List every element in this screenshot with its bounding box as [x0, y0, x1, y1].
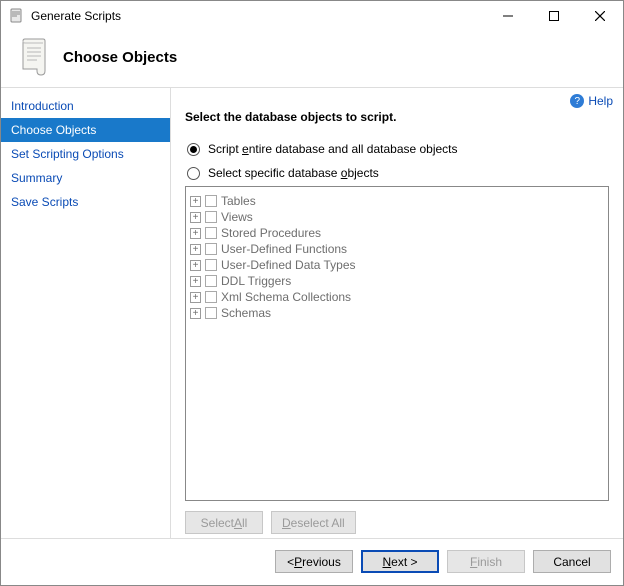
main-pane: ? Help Select the database objects to sc…: [171, 88, 623, 538]
next-button[interactable]: Next >: [361, 550, 439, 573]
tree-label: Schemas: [221, 306, 271, 320]
radio-icon: [187, 167, 200, 180]
expand-icon[interactable]: +: [190, 292, 201, 303]
sidebar-item-set-scripting-options[interactable]: Set Scripting Options: [1, 142, 170, 166]
checkbox[interactable]: [205, 211, 217, 223]
work-area: Introduction Choose Objects Set Scriptin…: [1, 88, 623, 538]
tree-node-udf[interactable]: + User-Defined Functions: [190, 241, 604, 257]
tree-node-ddl-triggers[interactable]: + DDL Triggers: [190, 273, 604, 289]
sidebar-item-summary[interactable]: Summary: [1, 166, 170, 190]
tree-label: User-Defined Functions: [221, 242, 347, 256]
tree-label: DDL Triggers: [221, 274, 291, 288]
checkbox[interactable]: [205, 243, 217, 255]
tree-node-uddt[interactable]: + User-Defined Data Types: [190, 257, 604, 273]
sidebar-item-choose-objects[interactable]: Choose Objects: [1, 118, 170, 142]
checkbox[interactable]: [205, 195, 217, 207]
tree-label: Stored Procedures: [221, 226, 321, 240]
expand-icon[interactable]: +: [190, 228, 201, 239]
expand-icon[interactable]: +: [190, 212, 201, 223]
page-title: Choose Objects: [63, 49, 177, 66]
tree-label: Tables: [221, 194, 256, 208]
radio-label-entire: Script entire database and all database …: [208, 142, 458, 156]
wizard-sidebar: Introduction Choose Objects Set Scriptin…: [1, 88, 171, 538]
minimize-button[interactable]: [485, 1, 531, 31]
finish-button[interactable]: Finish: [447, 550, 525, 573]
radio-script-entire[interactable]: Script entire database and all database …: [187, 142, 609, 156]
expand-icon[interactable]: +: [190, 308, 201, 319]
maximize-button[interactable]: [531, 1, 577, 31]
tree-node-tables[interactable]: + Tables: [190, 193, 604, 209]
script-icon: [17, 37, 53, 77]
checkbox[interactable]: [205, 227, 217, 239]
radio-icon: [187, 143, 200, 156]
tree-node-schemas[interactable]: + Schemas: [190, 305, 604, 321]
tree-node-xml-schema[interactable]: + Xml Schema Collections: [190, 289, 604, 305]
select-all-button[interactable]: Select All: [185, 511, 263, 534]
instruction-text: Select the database objects to script.: [185, 110, 609, 124]
deselect-all-button[interactable]: Deselect All: [271, 511, 356, 534]
expand-icon[interactable]: +: [190, 276, 201, 287]
sidebar-item-save-scripts[interactable]: Save Scripts: [1, 190, 170, 214]
cancel-button[interactable]: Cancel: [533, 550, 611, 573]
help-icon: ?: [570, 94, 584, 108]
close-button[interactable]: [577, 1, 623, 31]
help-label: Help: [588, 94, 613, 108]
window-buttons: [485, 1, 623, 31]
help-link[interactable]: ? Help: [570, 94, 613, 108]
previous-button[interactable]: < Previous: [275, 550, 353, 573]
tree-node-views[interactable]: + Views: [190, 209, 604, 225]
window-title: Generate Scripts: [31, 9, 485, 23]
radio-select-specific[interactable]: Select specific database objects: [187, 166, 609, 180]
wizard-footer: < Previous Next > Finish Cancel: [1, 538, 623, 584]
checkbox[interactable]: [205, 259, 217, 271]
object-tree[interactable]: + Tables + Views + Stored Procedures + User-…: [185, 186, 609, 501]
sidebar-item-introduction[interactable]: Introduction: [1, 94, 170, 118]
expand-icon[interactable]: +: [190, 260, 201, 271]
selection-buttons: Select All Deselect All: [185, 511, 609, 534]
checkbox[interactable]: [205, 275, 217, 287]
titlebar: Generate Scripts: [1, 1, 623, 31]
expand-icon[interactable]: +: [190, 196, 201, 207]
tree-label: User-Defined Data Types: [221, 258, 356, 272]
radio-label-specific: Select specific database objects: [208, 166, 379, 180]
checkbox[interactable]: [205, 291, 217, 303]
tree-label: Xml Schema Collections: [221, 290, 351, 304]
expand-icon[interactable]: +: [190, 244, 201, 255]
tree-node-stored-procedures[interactable]: + Stored Procedures: [190, 225, 604, 241]
checkbox[interactable]: [205, 307, 217, 319]
app-icon: [9, 8, 25, 24]
tree-label: Views: [221, 210, 253, 224]
wizard-header: Choose Objects: [1, 31, 623, 88]
